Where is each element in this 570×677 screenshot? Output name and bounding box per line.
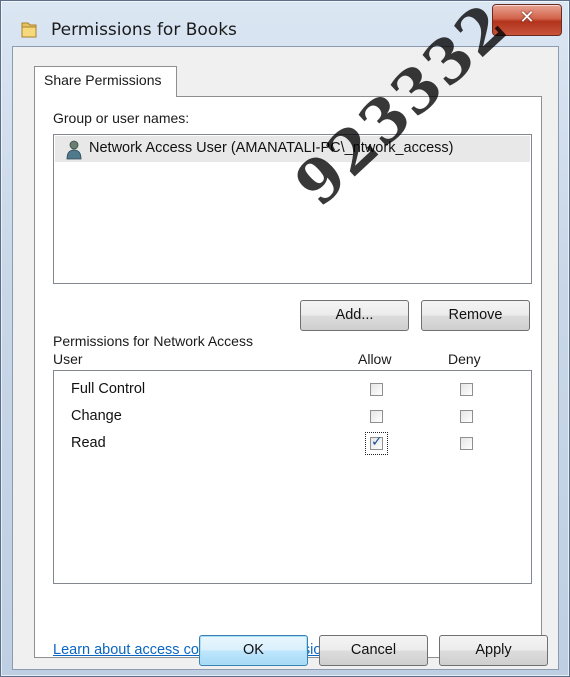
folder-icon xyxy=(21,22,37,38)
cancel-button[interactable]: Cancel xyxy=(319,635,428,666)
list-item[interactable]: Network Access User (AMANATALI-PC\_ntwor… xyxy=(55,136,530,162)
permissions-dialog: Permissions for Books ✕ Share Permission… xyxy=(0,0,570,677)
dialog-body: Share Permissions Group or user names: N… xyxy=(12,46,559,670)
apply-button-label: Apply xyxy=(475,642,512,658)
tab-panel: Group or user names: Network Access User… xyxy=(34,96,542,658)
apply-button[interactable]: Apply xyxy=(439,635,548,666)
cancel-button-label: Cancel xyxy=(350,642,397,658)
allow-full-control-checkbox[interactable] xyxy=(370,383,383,396)
permission-name: Change xyxy=(71,408,122,424)
add-button-label: Add... xyxy=(335,307,374,323)
close-button[interactable]: ✕ xyxy=(492,4,562,36)
permission-row-full-control: Full Control xyxy=(54,377,531,403)
tab-share-permissions[interactable]: Share Permissions xyxy=(34,66,177,97)
permissions-table: Full Control Change Read ✓ xyxy=(53,370,532,584)
user-name: Network Access User (AMANATALI-PC\_ntwor… xyxy=(89,140,454,156)
checkmark-icon: ✓ xyxy=(371,434,383,450)
ok-button[interactable]: OK xyxy=(199,635,308,666)
permissions-label-line2: User xyxy=(53,351,83,367)
allow-change-checkbox[interactable] xyxy=(370,410,383,423)
remove-button[interactable]: Remove xyxy=(421,300,530,331)
deny-change-checkbox[interactable] xyxy=(460,410,473,423)
ok-button-label: OK xyxy=(243,642,264,658)
permission-name: Full Control xyxy=(71,381,146,397)
allow-read-checkbox[interactable]: ✓ xyxy=(370,434,383,450)
user-icon xyxy=(66,140,82,160)
permission-row-change: Change xyxy=(54,404,531,430)
deny-full-control-checkbox[interactable] xyxy=(460,383,473,396)
group-users-label: Group or user names: xyxy=(53,110,190,126)
permission-name: Read xyxy=(71,435,106,451)
remove-button-label: Remove xyxy=(448,307,503,323)
permission-row-read: Read ✓ xyxy=(54,431,531,457)
window-title: Permissions for Books xyxy=(51,20,237,40)
user-list[interactable]: Network Access User (AMANATALI-PC\_ntwor… xyxy=(53,134,532,284)
close-icon: ✕ xyxy=(519,7,535,28)
deny-read-checkbox[interactable] xyxy=(460,437,473,450)
permissions-label-line1: Permissions for Network Access xyxy=(53,333,253,349)
add-button[interactable]: Add... xyxy=(300,300,409,331)
allow-column-header: Allow xyxy=(358,351,392,367)
deny-column-header: Deny xyxy=(448,351,481,367)
